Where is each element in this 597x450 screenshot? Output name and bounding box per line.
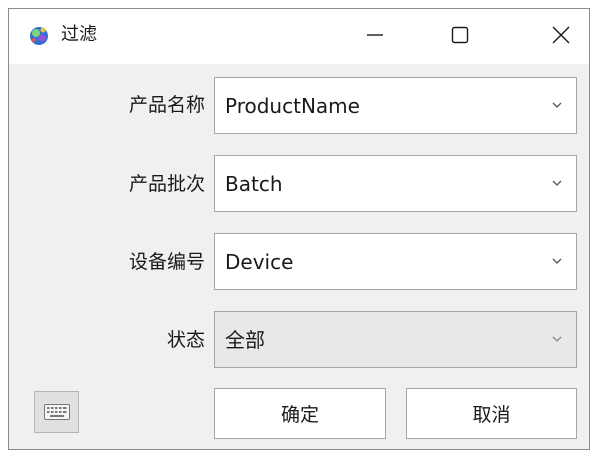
- maximize-icon: [451, 26, 469, 44]
- screen-top-strip: [0, 0, 597, 8]
- device-number-value: Device: [225, 250, 294, 274]
- maximize-button[interactable]: [434, 9, 486, 61]
- close-icon: [552, 26, 570, 44]
- status-select[interactable]: 全部: [214, 311, 577, 368]
- ok-button[interactable]: 确定: [214, 388, 386, 439]
- close-button[interactable]: [535, 9, 587, 61]
- title-bar[interactable]: 过滤: [9, 9, 589, 64]
- product-batch-label: 产品批次: [128, 173, 205, 195]
- product-name-value: ProductName: [225, 94, 360, 118]
- product-batch-value: Batch: [225, 172, 283, 196]
- minimize-button[interactable]: [349, 9, 401, 61]
- cancel-button[interactable]: 取消: [406, 388, 577, 439]
- product-name-label: 产品名称: [128, 94, 205, 116]
- ok-button-label: 确定: [280, 404, 319, 426]
- window-title: 过滤: [61, 24, 97, 45]
- app-icon: [30, 27, 48, 45]
- product-name-select[interactable]: ProductName: [214, 77, 577, 134]
- product-batch-select[interactable]: Batch: [214, 155, 577, 212]
- filter-dialog: 过滤 产品名称 ProductName 产品批次 Batch 设备编号 Devi…: [8, 8, 590, 450]
- device-number-select[interactable]: Device: [214, 233, 577, 290]
- chevron-down-icon: [552, 336, 562, 342]
- keyboard-icon: [43, 404, 70, 420]
- chevron-down-icon: [552, 258, 562, 264]
- device-number-label: 设备编号: [128, 251, 205, 273]
- keyboard-button[interactable]: [34, 391, 79, 433]
- cancel-button-label: 取消: [472, 404, 511, 426]
- status-label: 状态: [166, 329, 205, 351]
- chevron-down-icon: [552, 180, 562, 186]
- status-value: 全部: [225, 328, 265, 352]
- minimize-icon: [367, 34, 383, 36]
- chevron-down-icon: [552, 102, 562, 108]
